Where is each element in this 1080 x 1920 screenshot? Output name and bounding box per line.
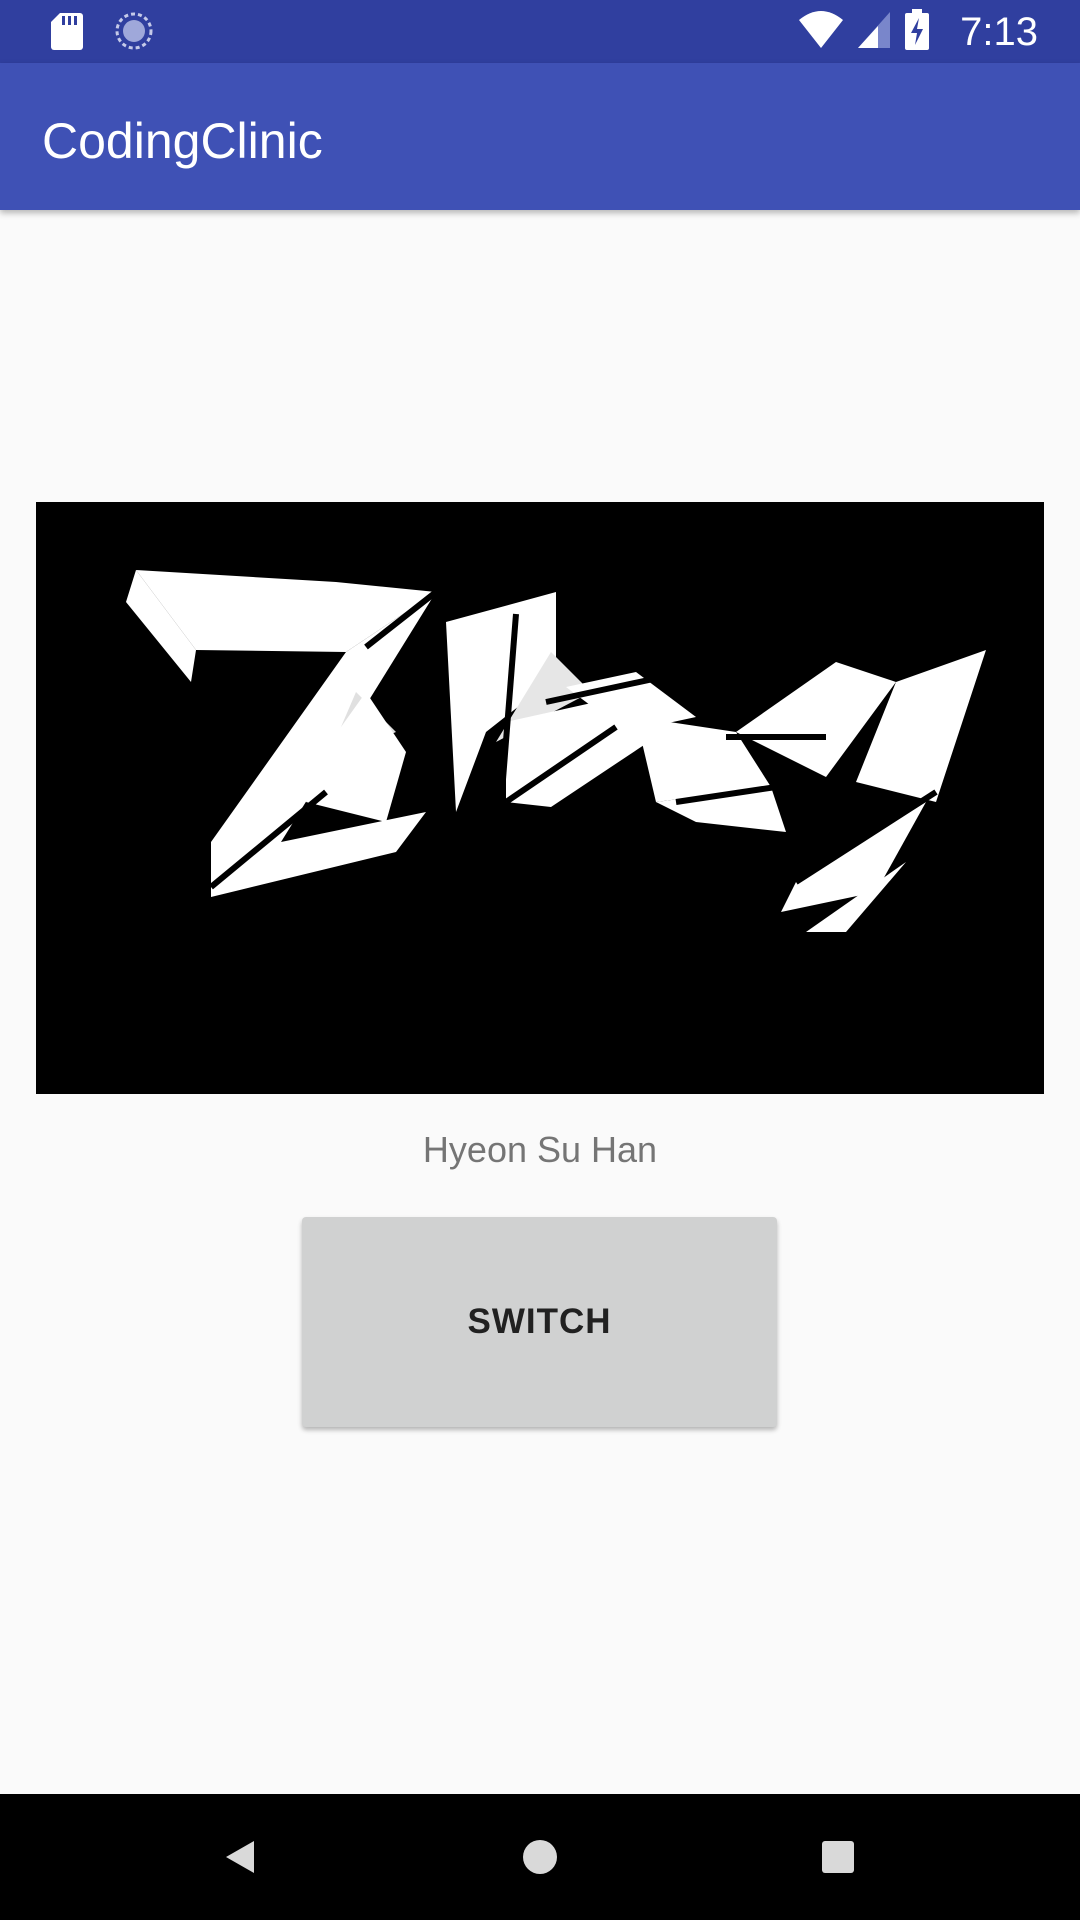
battery-charging-icon xyxy=(904,8,930,56)
name-label: Hyeon Su Han xyxy=(422,1129,658,1170)
back-icon[interactable] xyxy=(207,1824,273,1890)
sync-icon xyxy=(114,11,154,56)
app-bar: CodingClinic xyxy=(0,63,1080,210)
recents-icon[interactable] xyxy=(805,1824,871,1890)
signal-icon xyxy=(856,10,892,55)
wifi-icon xyxy=(798,10,844,55)
switch-button[interactable]: SWITCH xyxy=(302,1217,777,1427)
app-title: CodingClinic xyxy=(42,113,323,169)
zippy-logo-image xyxy=(36,502,1044,1094)
navigation-bar xyxy=(0,1794,1080,1920)
status-time: 7:13 xyxy=(960,10,1038,54)
sd-card-icon xyxy=(50,11,84,56)
home-icon[interactable] xyxy=(507,1824,573,1890)
status-bar: 7:13 xyxy=(0,0,1080,63)
